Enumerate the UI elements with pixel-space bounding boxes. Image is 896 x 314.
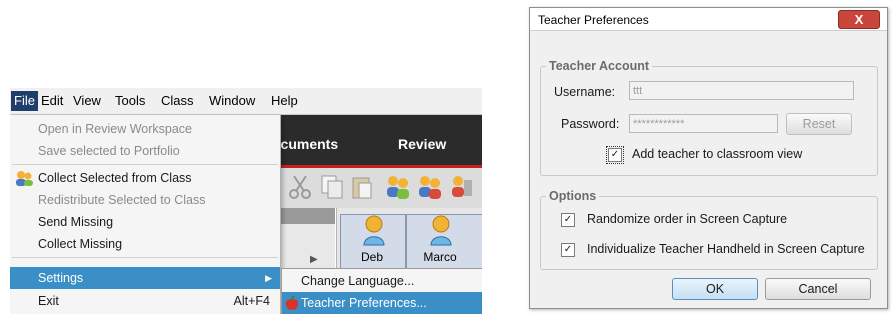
student-name: Deb bbox=[360, 250, 383, 264]
paste-icon[interactable] bbox=[348, 172, 376, 202]
individualize-label: Individualize Teacher Handheld in Screen… bbox=[587, 242, 865, 256]
menu-class[interactable]: Class bbox=[161, 93, 194, 108]
tab-review[interactable]: Review bbox=[398, 136, 446, 152]
submenu-arrow-icon: ▶ bbox=[265, 273, 272, 283]
randomize-label: Randomize order in Screen Capture bbox=[587, 212, 788, 226]
menu-window[interactable]: Window bbox=[209, 93, 255, 108]
student-name: Marco bbox=[423, 250, 457, 264]
close-button[interactable]: X bbox=[838, 10, 880, 29]
students-group-icon[interactable] bbox=[384, 172, 412, 202]
menu-item-collect-selected[interactable]: Collect Selected from Class bbox=[10, 167, 280, 189]
settings-submenu: Change Language... Teacher Preferences..… bbox=[281, 268, 482, 314]
cancel-button[interactable]: Cancel bbox=[765, 278, 871, 300]
menu-bar: File Edit View Tools Class Window Help bbox=[10, 88, 482, 115]
cut-icon[interactable] bbox=[286, 172, 314, 202]
add-teacher-checkbox[interactable]: ✓ bbox=[606, 146, 624, 164]
menu-view[interactable]: View bbox=[73, 93, 101, 108]
menu-item-exit[interactable]: Exit Alt+F4 bbox=[10, 290, 280, 312]
menu-item-settings[interactable]: Settings ▶ bbox=[10, 267, 280, 289]
menu-tools[interactable]: Tools bbox=[115, 93, 145, 108]
randomize-checkbox[interactable]: ✓ bbox=[561, 213, 575, 227]
tab-documents[interactable]: ocuments bbox=[272, 136, 338, 152]
collect-icon bbox=[16, 171, 33, 186]
reset-button[interactable]: Reset bbox=[786, 113, 852, 135]
individualize-checkbox[interactable]: ✓ bbox=[561, 243, 575, 257]
menu-item-open-review[interactable]: Open in Review Workspace bbox=[10, 118, 280, 140]
menu-item-teacher-preferences[interactable]: Teacher Preferences... bbox=[282, 292, 482, 314]
menu-item-change-language[interactable]: Change Language... bbox=[282, 270, 482, 292]
apple-icon bbox=[285, 296, 299, 310]
close-icon: X bbox=[854, 12, 864, 27]
menu-edit[interactable]: Edit bbox=[41, 93, 63, 108]
menu-item-save-portfolio[interactable]: Save selected to Portfolio bbox=[10, 140, 280, 162]
copy-icon[interactable] bbox=[318, 172, 346, 202]
students-send-icon[interactable] bbox=[416, 172, 444, 202]
menu-item-redistribute[interactable]: Redistribute Selected to Class bbox=[10, 189, 280, 211]
group-title: Options bbox=[546, 189, 600, 203]
menu-separator bbox=[12, 164, 278, 165]
students-collect-icon[interactable] bbox=[448, 172, 476, 202]
options-group bbox=[540, 196, 878, 270]
student-avatar-icon bbox=[363, 215, 385, 246]
menu-item-collect-missing[interactable]: Collect Missing bbox=[10, 233, 280, 255]
menu-item-send-missing[interactable]: Send Missing bbox=[10, 211, 280, 233]
username-label: Username: bbox=[554, 85, 616, 99]
teacher-software-window: File Edit View Tools Class Window Help o… bbox=[10, 88, 482, 314]
password-field[interactable]: ************ bbox=[629, 114, 778, 133]
student-avatar-icon bbox=[430, 215, 452, 246]
ok-button[interactable]: OK bbox=[672, 278, 758, 300]
add-teacher-label: Add teacher to classroom view bbox=[632, 147, 803, 161]
group-title: Teacher Account bbox=[546, 59, 653, 73]
menu-help[interactable]: Help bbox=[271, 93, 298, 108]
dialog-title: Teacher Preferences bbox=[538, 13, 649, 27]
teacher-preferences-dialog: Teacher Preferences X Teacher Account Us… bbox=[529, 7, 888, 309]
file-menu-dropdown: Open in Review Workspace Save selected t… bbox=[10, 115, 281, 314]
scroll-right-icon[interactable]: ▶ bbox=[310, 254, 318, 265]
username-field[interactable]: ttt bbox=[629, 81, 854, 100]
menu-separator bbox=[12, 257, 278, 258]
menu-file[interactable]: File bbox=[11, 91, 38, 111]
shortcut-label: Alt+F4 bbox=[233, 294, 270, 308]
password-label: Password: bbox=[561, 117, 620, 131]
